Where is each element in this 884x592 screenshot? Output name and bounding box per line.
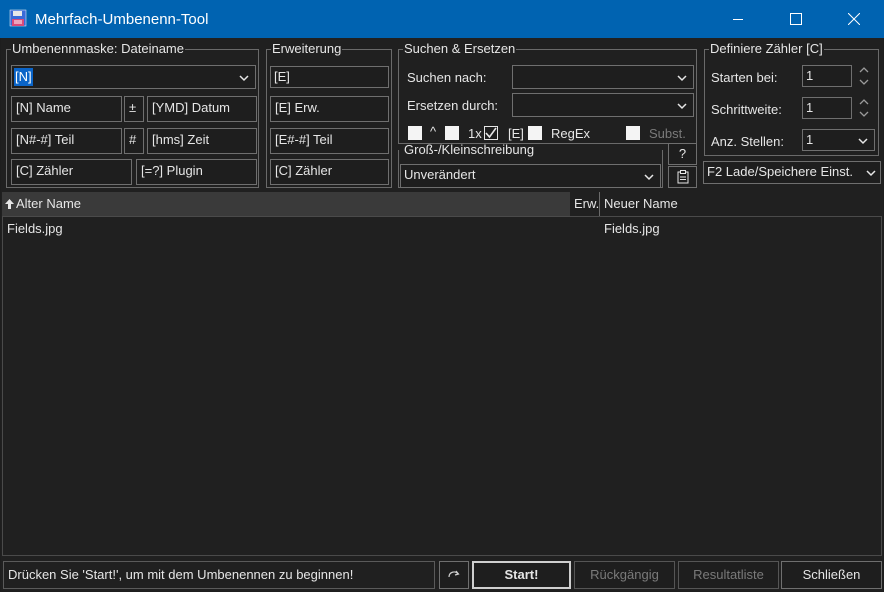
checkmark-icon bbox=[485, 127, 497, 139]
status-message: Drücken Sie 'Start!', um mit dem Umbenen… bbox=[3, 561, 435, 589]
insert-ext-button[interactable]: [E] Erw. bbox=[270, 96, 389, 122]
plusminus-label: ± bbox=[129, 100, 137, 115]
plusminus-button[interactable]: ± bbox=[124, 96, 144, 122]
chevron-down-icon bbox=[866, 170, 876, 177]
caret-label: ^ bbox=[430, 124, 437, 139]
find-combo[interactable] bbox=[512, 65, 694, 89]
case-value: Unverändert bbox=[404, 167, 476, 182]
header-old-name-label: Alter Name bbox=[16, 196, 82, 211]
settings-value: F2 Lade/Speichere Einst. bbox=[707, 164, 853, 179]
insert-ext-label: [E] Erw. bbox=[275, 100, 320, 115]
insert-name-part-button[interactable]: [N#-#] Teil bbox=[11, 128, 122, 154]
replace-label: Ersetzen durch: bbox=[407, 98, 499, 113]
close-button[interactable]: Schließen bbox=[781, 561, 882, 589]
floppy-disk-icon bbox=[9, 9, 27, 27]
insert-date-button[interactable]: [YMD] Datum bbox=[147, 96, 257, 122]
header-new-name-label: Neuer Name bbox=[604, 196, 678, 211]
caret-checkbox[interactable] bbox=[408, 126, 422, 140]
counter-start-label: Starten bei: bbox=[711, 70, 778, 85]
extension-mask-input[interactable]: [E] bbox=[270, 66, 389, 88]
insert-ext-part-button[interactable]: [E#-#] Teil bbox=[270, 128, 389, 154]
once-label: 1x bbox=[468, 126, 482, 141]
search-replace-legend: Suchen & Ersetzen bbox=[404, 41, 516, 56]
settings-combo[interactable]: F2 Lade/Speichere Einst. bbox=[703, 161, 881, 184]
sort-up-icon bbox=[5, 199, 14, 209]
insert-counter-button[interactable]: [C] Zähler bbox=[11, 159, 132, 185]
insert-name-button[interactable]: [N] Name bbox=[11, 96, 122, 122]
close-icon bbox=[848, 13, 860, 25]
insert-ext-counter-label: [C] Zähler bbox=[275, 163, 333, 178]
help-label: ? bbox=[678, 146, 687, 161]
subst-checkbox[interactable] bbox=[626, 126, 640, 140]
insert-plugin-label: [=?] Plugin bbox=[141, 163, 203, 178]
case-combo[interactable]: Unverändert bbox=[400, 164, 661, 188]
insert-date-label: [YMD] Datum bbox=[152, 100, 231, 115]
list-header: Alter Name Erw. Neuer Name bbox=[2, 192, 882, 216]
dialog-client: Umbenennmaske: Dateiname [N] [N] Name ± … bbox=[1, 38, 883, 591]
counter-digits-combo[interactable]: 1 bbox=[802, 129, 875, 151]
insert-name-label: [N] Name bbox=[16, 100, 71, 115]
counter-step-input[interactable]: 1 bbox=[802, 97, 852, 119]
header-extension[interactable]: Erw. bbox=[572, 192, 600, 216]
mask-combo[interactable]: [N] bbox=[11, 65, 256, 89]
insert-time-label: [hms] Zeit bbox=[152, 132, 210, 147]
close-window-button[interactable] bbox=[825, 0, 883, 38]
counter-digits-label: Anz. Stellen: bbox=[711, 134, 784, 149]
mask-value: [N] bbox=[14, 68, 33, 86]
chevron-down-icon bbox=[858, 138, 868, 145]
clipboard-icon bbox=[677, 170, 689, 184]
counter-step-label: Schrittweite: bbox=[711, 102, 782, 117]
insert-ext-counter-button[interactable]: [C] Zähler bbox=[270, 159, 389, 185]
row-new-name[interactable]: Fields.jpg bbox=[604, 221, 660, 236]
maximize-button[interactable] bbox=[767, 0, 825, 38]
header-new-name[interactable]: Neuer Name bbox=[602, 192, 882, 216]
find-label: Suchen nach: bbox=[407, 70, 487, 85]
extension-option-label: [E] bbox=[508, 126, 524, 141]
minimize-button[interactable] bbox=[709, 0, 767, 38]
refresh-button[interactable] bbox=[439, 561, 469, 589]
header-extension-label: Erw. bbox=[574, 196, 600, 211]
title-bar: Mehrfach-Umbenenn-Tool bbox=[0, 0, 884, 38]
maximize-icon bbox=[790, 13, 802, 25]
regex-label: RegEx bbox=[551, 126, 591, 141]
insert-plugin-button[interactable]: [=?] Plugin bbox=[136, 159, 257, 185]
counter-digits-value: 1 bbox=[806, 132, 814, 147]
minimize-icon bbox=[733, 19, 743, 20]
counter-start-spinner[interactable] bbox=[855, 65, 873, 87]
status-bar: Drücken Sie 'Start!', um mit dem Umbenen… bbox=[2, 559, 882, 591]
undo-button[interactable]: Rückgängig bbox=[574, 561, 675, 589]
insert-counter-label: [C] Zähler bbox=[16, 163, 74, 178]
chevron-down-icon bbox=[677, 75, 687, 82]
once-checkbox[interactable] bbox=[445, 126, 459, 140]
row-old-name[interactable]: Fields.jpg bbox=[7, 221, 63, 236]
counter-step-spinner[interactable] bbox=[855, 97, 873, 119]
header-old-name[interactable]: Alter Name bbox=[2, 192, 570, 216]
counter-legend: Definiere Zähler [C] bbox=[710, 41, 823, 56]
regex-checkbox[interactable] bbox=[528, 126, 542, 140]
chevron-down-icon bbox=[239, 75, 249, 82]
results-button[interactable]: Resultatliste bbox=[678, 561, 779, 589]
counter-start-input[interactable]: 1 bbox=[802, 65, 852, 87]
rename-mask-legend: Umbenennmaske: Dateiname bbox=[12, 41, 184, 56]
file-list[interactable]: Fields.jpg Fields.jpg bbox=[2, 216, 882, 556]
hash-label: # bbox=[129, 132, 137, 147]
start-button[interactable]: Start! bbox=[472, 561, 571, 589]
replace-combo[interactable] bbox=[512, 93, 694, 117]
subst-label: Subst. bbox=[649, 126, 686, 141]
case-legend: Groß-/Kleinschreibung bbox=[404, 142, 535, 157]
insert-time-button[interactable]: [hms] Zeit bbox=[147, 128, 257, 154]
clipboard-button[interactable] bbox=[668, 166, 697, 188]
insert-ext-part-label: [E#-#] Teil bbox=[275, 132, 333, 147]
extension-checkbox[interactable] bbox=[484, 126, 498, 140]
help-button[interactable]: ? bbox=[668, 143, 697, 165]
window-title: Mehrfach-Umbenenn-Tool bbox=[35, 11, 209, 28]
refresh-icon bbox=[448, 570, 460, 578]
hash-button[interactable]: # bbox=[124, 128, 144, 154]
insert-name-part-label: [N#-#] Teil bbox=[16, 132, 75, 147]
chevron-down-icon bbox=[644, 174, 654, 181]
extension-legend: Erweiterung bbox=[272, 41, 342, 56]
chevron-down-icon bbox=[677, 103, 687, 110]
